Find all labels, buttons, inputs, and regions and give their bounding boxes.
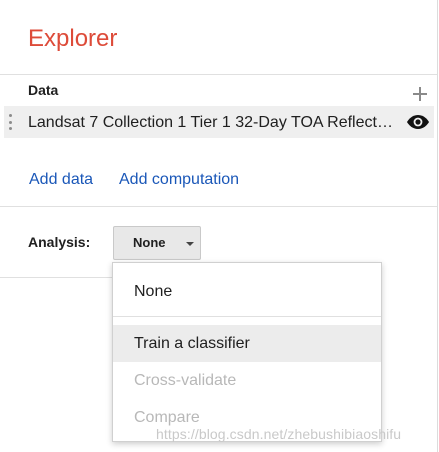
divider-bottom bbox=[0, 277, 112, 278]
menu-item-cross-validate: Cross-validate bbox=[134, 372, 237, 389]
analysis-label: Analysis: bbox=[28, 234, 91, 250]
divider-top bbox=[0, 74, 437, 75]
analysis-selected-value: None bbox=[133, 235, 166, 250]
menu-item-none[interactable]: None bbox=[113, 273, 381, 310]
analysis-dropdown-menu: None Train a classifier Cross-validate C… bbox=[112, 262, 382, 442]
plus-icon[interactable] bbox=[410, 84, 430, 104]
plus-icon-glyph bbox=[413, 87, 427, 101]
watermark-text: https://blog.csdn.net/zhebushibiaoshifu bbox=[156, 426, 402, 442]
explorer-panel: Explorer Data Landsat 7 Collection 1 Tie… bbox=[0, 0, 439, 452]
eye-icon[interactable] bbox=[406, 112, 430, 132]
chevron-down-icon bbox=[186, 242, 194, 246]
panel-title: Explorer bbox=[28, 25, 118, 52]
drag-handle-icon[interactable] bbox=[8, 114, 12, 130]
data-layer-row[interactable]: Landsat 7 Collection 1 Tier 1 32-Day TOA… bbox=[4, 106, 434, 138]
add-computation-link[interactable]: Add computation bbox=[119, 170, 239, 190]
layer-name[interactable]: Landsat 7 Collection 1 Tier 1 32-Day TOA… bbox=[28, 113, 400, 133]
analysis-select[interactable]: None bbox=[113, 226, 201, 260]
menu-separator bbox=[113, 316, 381, 317]
menu-item-train-classifier[interactable]: Train a classifier bbox=[113, 325, 381, 362]
add-data-link[interactable]: Add data bbox=[29, 170, 93, 190]
data-section-label: Data bbox=[28, 82, 59, 98]
divider-middle bbox=[0, 206, 437, 207]
panel-border bbox=[437, 0, 438, 452]
